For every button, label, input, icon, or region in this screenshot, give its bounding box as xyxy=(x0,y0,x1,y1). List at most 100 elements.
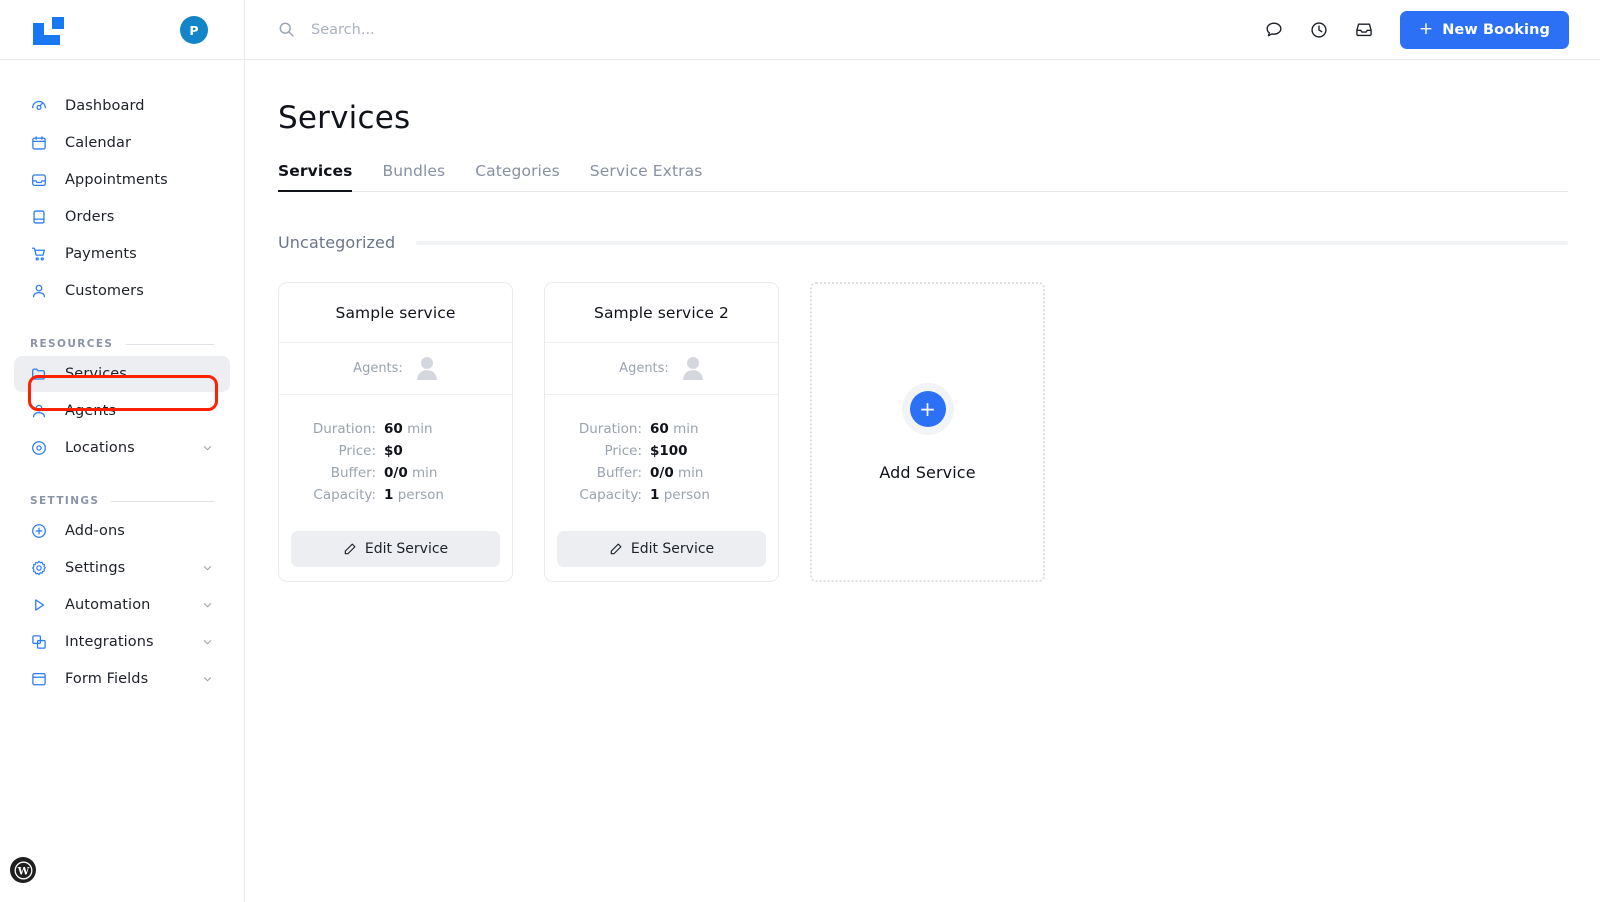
spec-key: Buffer: xyxy=(596,465,642,481)
play-icon xyxy=(30,596,48,614)
service-specs: Duration: 60 min Price: $0 Buffer: 0/0 min Cap… xyxy=(279,395,512,506)
sidebar-item-services[interactable]: Services xyxy=(14,356,230,392)
chat-icon[interactable] xyxy=(1264,20,1284,40)
service-card: Sample service 2 Agents: Duration: 60 min Pr… xyxy=(544,282,779,582)
spec-value: 0/0 min xyxy=(650,465,704,481)
sidebar-item-label: Calendar xyxy=(65,135,132,151)
sidebar-item-automation[interactable]: Automation xyxy=(14,587,230,623)
sidebar-header: P xyxy=(0,0,244,60)
agent-avatar-placeholder-icon xyxy=(416,357,438,380)
sidebar-item-label: Appointments xyxy=(65,172,168,188)
gauge-icon xyxy=(30,97,48,115)
sidebar-item-label: Services xyxy=(65,366,127,382)
sidebar-item-settings[interactable]: Settings xyxy=(14,550,230,586)
spec-key: Capacity: xyxy=(313,487,376,503)
sidebar-item-label: Locations xyxy=(65,440,135,456)
search-input[interactable] xyxy=(311,21,711,38)
sidebar-item-locations[interactable]: Locations xyxy=(14,430,230,466)
pencil-icon xyxy=(610,543,622,555)
book-icon xyxy=(30,208,48,226)
sidebar-item-add-ons[interactable]: Add-ons xyxy=(14,513,230,549)
plus-icon: + xyxy=(1418,19,1434,39)
sidebar-item-customers[interactable]: Customers xyxy=(14,273,230,309)
sidebar-item-label: Agents xyxy=(65,403,117,419)
sidebar-section-settings: SETTINGS xyxy=(30,485,214,507)
edit-service-button[interactable]: Edit Service xyxy=(557,531,766,567)
spec-value: $100 xyxy=(650,443,688,459)
new-booking-button[interactable]: + New Booking xyxy=(1399,10,1569,49)
sidebar-nav: Dashboard Calendar Appointments Orders Payme… xyxy=(0,60,244,697)
sidebar-item-label: Settings xyxy=(65,560,126,576)
spec-value: $0 xyxy=(384,443,403,459)
service-spec: Buffer: 0/0 min xyxy=(545,462,778,484)
avatar[interactable]: P xyxy=(180,16,208,44)
sidebar-section-label: RESOURCES xyxy=(30,338,114,350)
sidebar-item-label: Automation xyxy=(65,597,151,613)
add-service-halo: + xyxy=(901,382,954,435)
divider xyxy=(111,500,214,502)
main-content: Services Services Bundles Categories Servic… xyxy=(245,60,1600,902)
category-divider xyxy=(416,240,1568,245)
clock-icon[interactable] xyxy=(1309,20,1329,40)
sidebar-item-appointments[interactable]: Appointments xyxy=(14,162,230,198)
add-service-label: Add Service xyxy=(879,462,976,482)
edit-service-button[interactable]: Edit Service xyxy=(291,531,500,567)
topbar: + New Booking xyxy=(245,0,1600,60)
category-name: Uncategorized xyxy=(278,233,396,252)
spec-key: Duration: xyxy=(312,421,376,437)
service-agents-row: Agents: xyxy=(545,343,778,395)
service-spec: Price: $100 xyxy=(545,440,778,462)
tab-categories[interactable]: Categories xyxy=(475,162,560,191)
edit-service-label: Edit Service xyxy=(630,541,715,557)
form-icon xyxy=(30,670,48,688)
topbar-icons xyxy=(1264,20,1374,40)
spec-key: Capacity: xyxy=(579,487,642,503)
tab-bundles[interactable]: Bundles xyxy=(382,162,445,191)
sidebar-item-calendar[interactable]: Calendar xyxy=(14,125,230,161)
page-title: Services xyxy=(278,100,411,136)
cart-icon xyxy=(30,245,48,263)
sidebar-item-label: Add-ons xyxy=(65,523,125,539)
add-service-card[interactable]: + Add Service xyxy=(810,282,1045,582)
sidebar-section-label: SETTINGS xyxy=(30,495,100,507)
logo-shape-square xyxy=(50,15,66,31)
sidebar-primary-list: Dashboard Calendar Appointments Orders Payme… xyxy=(0,88,244,309)
sidebar-item-payments[interactable]: Payments xyxy=(14,236,230,272)
service-spec: Buffer: 0/0 min xyxy=(279,462,512,484)
spec-value: 0/0 min xyxy=(384,465,438,481)
chevron-down-icon xyxy=(203,603,212,608)
sidebar-item-form-fields[interactable]: Form Fields xyxy=(14,661,230,697)
edit-service-label: Edit Service xyxy=(364,541,449,557)
service-card-title: Sample service xyxy=(279,283,512,343)
chevron-down-icon xyxy=(203,640,212,645)
tab-services[interactable]: Services xyxy=(278,162,353,192)
tab-service-extras[interactable]: Service Extras xyxy=(590,162,703,191)
new-booking-label: New Booking xyxy=(1442,21,1550,38)
plus-icon[interactable]: + xyxy=(909,390,946,427)
sidebar-item-label: Integrations xyxy=(65,634,154,650)
sidebar-settings-list: Add-ons Settings Automation Integrations For… xyxy=(0,513,244,697)
sidebar-section-resources: RESOURCES xyxy=(30,328,214,350)
svg-text:W: W xyxy=(16,865,29,877)
service-spec: Duration: 60 min xyxy=(545,418,778,440)
chevron-down-icon xyxy=(203,677,212,682)
tab-bar: Services Bundles Categories Service Extras xyxy=(278,162,1568,192)
wordpress-icon[interactable]: W xyxy=(10,857,36,883)
app-logo-icon[interactable] xyxy=(33,15,73,47)
service-specs: Duration: 60 min Price: $100 Buffer: 0/0 min C… xyxy=(545,395,778,506)
sidebar-item-agents[interactable]: Agents xyxy=(14,393,230,429)
sidebar-item-dashboard[interactable]: Dashboard xyxy=(14,88,230,124)
sidebar-item-orders[interactable]: Orders xyxy=(14,199,230,235)
inbox-icon[interactable] xyxy=(1354,20,1374,40)
service-spec: Price: $0 xyxy=(279,440,512,462)
sidebar-item-integrations[interactable]: Integrations xyxy=(14,624,230,660)
sidebar-item-label: Payments xyxy=(65,246,137,262)
spec-value: 1 person xyxy=(384,487,444,503)
chevron-down-icon xyxy=(203,446,212,451)
sidebar: P Dashboard Calendar Appointments Orders Pay… xyxy=(0,0,245,902)
search-box[interactable] xyxy=(278,21,1264,38)
category-header: Uncategorized xyxy=(278,233,1568,252)
spec-value: 1 person xyxy=(650,487,710,503)
spec-key: Buffer: xyxy=(330,465,376,481)
